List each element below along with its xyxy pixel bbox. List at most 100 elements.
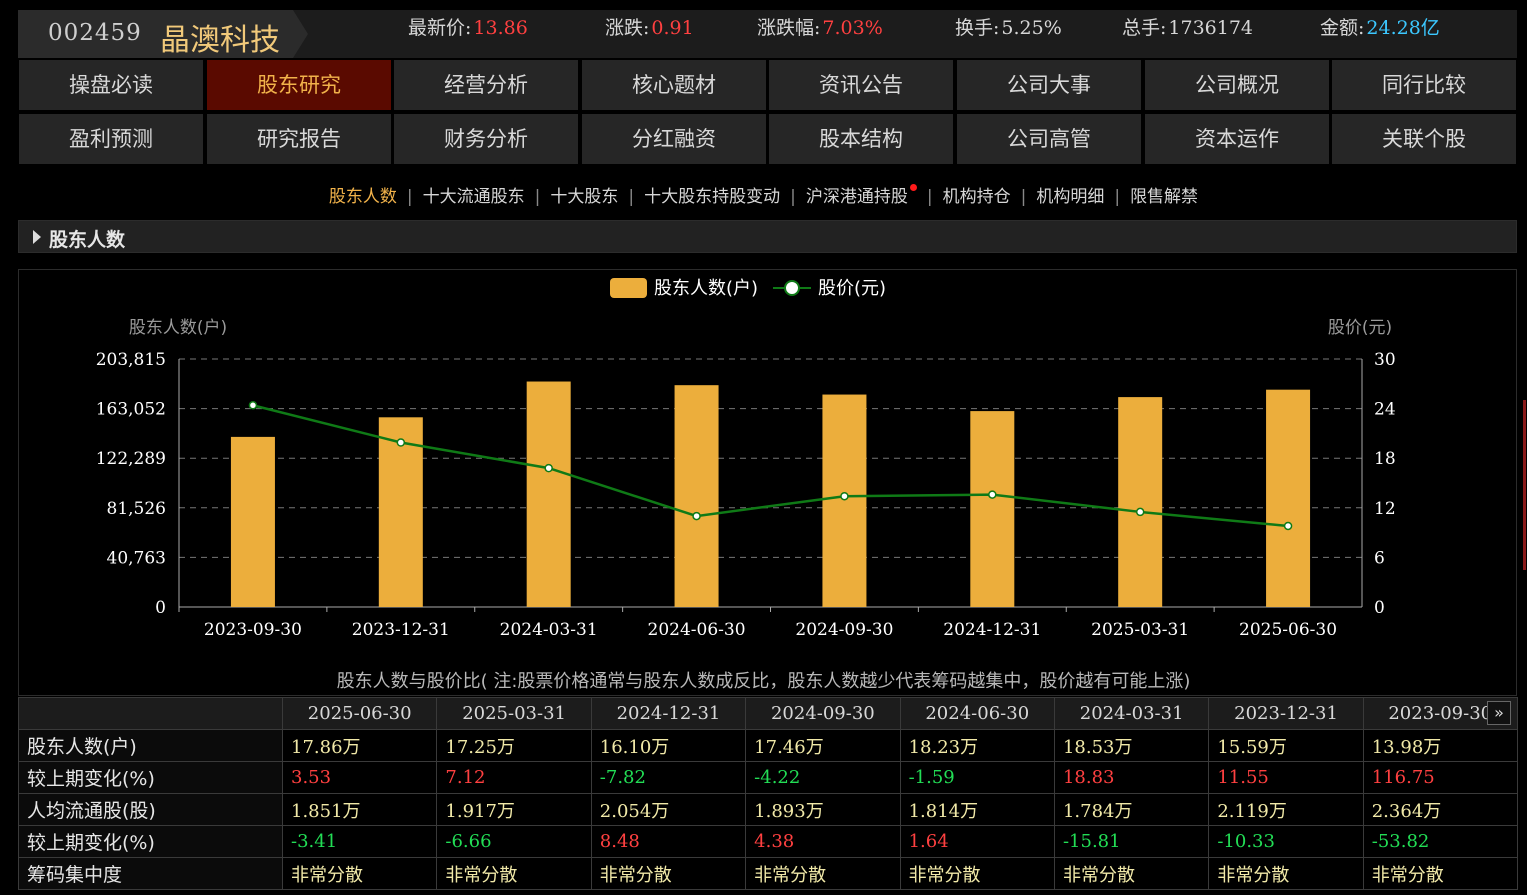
y-tick-right: 18 xyxy=(1374,449,1396,469)
table-cell: 1.893万 xyxy=(745,793,901,826)
table-cell: 1.917万 xyxy=(436,793,592,826)
table-cell: 非常分散 xyxy=(745,857,901,890)
table-cell: 18.53万 xyxy=(1053,729,1210,762)
table-cell: 非常分散 xyxy=(1362,857,1518,890)
table-cell: 17.46万 xyxy=(745,729,901,762)
price-point xyxy=(988,490,997,499)
table-cell: 非常分散 xyxy=(1208,857,1364,890)
table-header-cell: 2024-12-31 xyxy=(590,697,747,730)
table-cell: 1.784万 xyxy=(1053,793,1210,826)
table-cell: 13.98万 xyxy=(1362,729,1518,762)
table-cell: 1.851万 xyxy=(281,793,438,826)
y-tick-right: 0 xyxy=(1374,598,1385,618)
y-tick-left: 81,526 xyxy=(107,499,166,519)
table-cell: -3.41 xyxy=(281,825,438,858)
table-cell: 18.23万 xyxy=(899,729,1055,762)
row-label: 较上期变化(%) xyxy=(18,761,283,794)
table-header-cell: 2025-03-31 xyxy=(436,697,592,730)
table-cell: 非常分散 xyxy=(436,857,592,890)
table-cell: 17.86万 xyxy=(281,729,438,762)
table-cell: 116.75 xyxy=(1362,761,1518,794)
table-cell: 18.83 xyxy=(1053,761,1210,794)
bar xyxy=(674,385,719,607)
price-point xyxy=(248,401,258,410)
y-tick-right: 6 xyxy=(1374,548,1385,568)
y-tick-right: 24 xyxy=(1374,400,1396,420)
shareholder-chart: 0 40,763 81,526 122,289 163,052 203,815 0 6 12 18… xyxy=(96,278,1396,640)
table-cell: 2.054万 xyxy=(590,793,747,826)
table-cell: 8.48 xyxy=(590,825,747,858)
shareholder-table: 2025-06-30 2025-03-31 2024-12-31 2024-09-30… xyxy=(18,697,1518,890)
table-header-cell: 2024-06-30 xyxy=(899,697,1055,730)
table-row: 较上期变化(%) 3.53 7.12 -7.82 -4.22 -1.59 18.83 11.5… xyxy=(18,761,1518,794)
page-scrollbar[interactable] xyxy=(1523,400,1526,570)
table-cell: -7.82 xyxy=(590,761,747,794)
table-cell: 非常分散 xyxy=(281,857,438,890)
x-tick-label: 2024-12-31 xyxy=(943,620,1041,640)
legend-line-marker xyxy=(784,280,800,296)
y-tick-left: 40,763 xyxy=(107,548,166,568)
double-chevron-right-icon[interactable]: » xyxy=(1487,701,1511,725)
table-cell: 1.814万 xyxy=(899,793,1055,826)
row-label: 人均流通股(股) xyxy=(18,793,283,826)
table-cell: 3.53 xyxy=(281,761,438,794)
table-header-row: 2025-06-30 2025-03-31 2024-12-31 2024-09-30… xyxy=(18,697,1518,730)
table-cell: 7.12 xyxy=(436,761,592,794)
table-cell: -53.82 xyxy=(1362,825,1518,858)
price-point xyxy=(1283,521,1293,531)
bar xyxy=(526,381,571,607)
legend-line-label: 股价(元) xyxy=(818,278,886,299)
y-axis-right-label: 股价(元) xyxy=(1328,318,1392,338)
y-tick-left: 163,052 xyxy=(96,400,166,420)
table-header-cell: 2023-12-31 xyxy=(1208,697,1364,730)
y-tick-right: 12 xyxy=(1374,499,1396,519)
legend-bar-swatch xyxy=(610,278,647,298)
y-tick-left: 122,289 xyxy=(96,449,166,469)
price-point xyxy=(840,491,849,501)
bar xyxy=(1118,397,1163,607)
table-cell: 15.59万 xyxy=(1208,729,1364,762)
table-header-cell: 2024-03-31 xyxy=(1053,697,1210,730)
bar xyxy=(1266,389,1311,607)
price-point xyxy=(396,438,406,447)
table-cell: -1.59 xyxy=(899,761,1055,794)
table-cell: -4.22 xyxy=(745,761,901,794)
table-cell: -15.81 xyxy=(1053,825,1210,858)
table-cell: 非常分散 xyxy=(1053,857,1210,890)
y-tick-left: 0 xyxy=(155,598,166,618)
table-header-cell: 2024-09-30 xyxy=(745,697,901,730)
table-row: 股东人数(户) 17.86万 17.25万 16.10万 17.46万 18.23万 18.… xyxy=(18,729,1518,762)
price-point xyxy=(692,511,701,521)
row-label: 股东人数(户) xyxy=(18,729,283,762)
table-cell: 17.25万 xyxy=(436,729,592,762)
y-tick-left: 203,815 xyxy=(96,350,166,370)
x-tick-label: 2024-09-30 xyxy=(795,620,893,640)
price-point xyxy=(1135,507,1145,517)
x-tick-label: 2023-09-30 xyxy=(204,620,302,640)
table-header-cell: 2025-06-30 xyxy=(281,697,438,730)
table-cell: -10.33 xyxy=(1208,825,1364,858)
table-cell: 非常分散 xyxy=(590,857,747,890)
bar xyxy=(970,411,1015,607)
table-row: 较上期变化(%) -3.41 -6.66 8.48 4.38 1.64 -15.81 -10.… xyxy=(18,825,1518,858)
price-point xyxy=(544,463,553,473)
y-axis-left-label: 股东人数(户) xyxy=(129,318,227,338)
table-row: 人均流通股(股) 1.851万 1.917万 2.054万 1.893万 1.814万 1.… xyxy=(18,793,1518,826)
bar xyxy=(230,436,275,607)
bar xyxy=(822,394,867,607)
chart-note: 股东人数与股价比( 注:股票价格通常与股东人数成反比，股东人数越少代表筹码越集中… xyxy=(336,671,1191,692)
y-tick-right: 30 xyxy=(1374,350,1396,370)
table-row: 筹码集中度 非常分散 非常分散 非常分散 非常分散 非常分散 非常分散 非常分散 非常分散 xyxy=(18,857,1518,890)
x-tick-label: 2025-03-31 xyxy=(1091,620,1189,640)
table-cell: 非常分散 xyxy=(899,857,1055,890)
table-cell: 4.38 xyxy=(745,825,901,858)
table-cell: 1.64 xyxy=(899,825,1055,858)
table-cell: 16.10万 xyxy=(590,729,747,762)
table-cell: 11.55 xyxy=(1208,761,1364,794)
row-label: 较上期变化(%) xyxy=(18,825,283,858)
x-tick-label: 2023-12-31 xyxy=(352,620,450,640)
row-label: 筹码集中度 xyxy=(18,857,283,890)
x-tick-label: 2024-06-30 xyxy=(648,620,746,640)
x-tick-label: 2025-06-30 xyxy=(1239,620,1337,640)
table-cell: 2.119万 xyxy=(1208,793,1364,826)
